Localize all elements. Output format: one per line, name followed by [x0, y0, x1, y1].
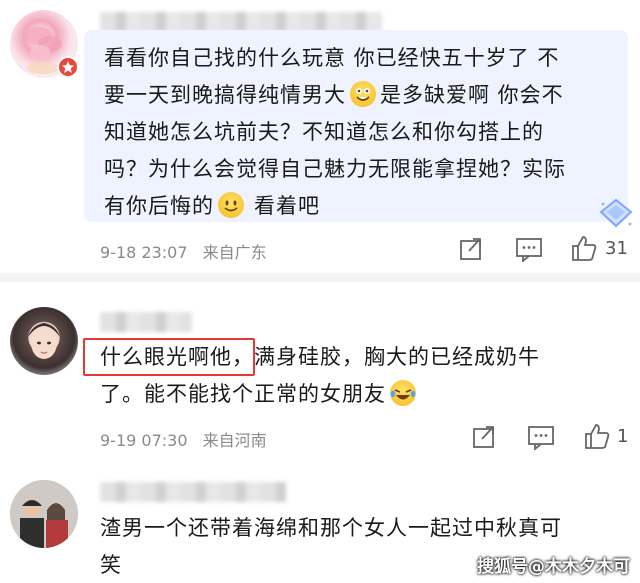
emoji-grin-icon [350, 81, 376, 107]
like-count: 1 [617, 426, 629, 447]
emoji-smile-icon [218, 192, 244, 218]
vip-badge-icon [57, 56, 79, 78]
comment-text: 看看你自己找的什么玩意 你已经快五十岁了 不 要一天到晚搞得纯情男大 是多缺爱啊 … [104, 40, 624, 225]
avatar[interactable] [10, 480, 78, 548]
avatar[interactable] [10, 307, 78, 375]
share-icon[interactable] [471, 424, 497, 454]
comment-2: 什么眼光啊他，满身硅胶，胸大的已经成奶牛 了。能不能找个正常的女朋友 9-19 … [0, 282, 640, 472]
like-icon[interactable] [583, 422, 611, 454]
comment-icon[interactable] [527, 424, 555, 454]
share-icon[interactable] [458, 236, 484, 266]
comment-line-1: 看看你自己找的什么玩意 你已经快五十岁了 不 [104, 46, 560, 70]
comment-line-5: 有你后悔的 看着吧 [104, 192, 320, 218]
red-highlight-box [83, 338, 255, 376]
timestamp: 9-18 23:07 [100, 243, 188, 262]
username-blurred[interactable] [100, 312, 192, 332]
location: 来自河南 [202, 431, 267, 450]
comment-1: 看看你自己找的什么玩意 你已经快五十岁了 不 要一天到晚搞得纯情男大 是多缺爱啊 … [0, 0, 640, 270]
comment-meta: 9-18 23:07 来自广东 [100, 239, 267, 263]
watermark: 搜狐号@木木夕木可 [477, 557, 630, 577]
timestamp: 9-19 07:30 [100, 431, 188, 450]
comment-line-4: 吗？为什么会觉得自己魅力无限能拿捏她？实际 [104, 157, 566, 181]
username-blurred[interactable] [100, 482, 286, 502]
comment-icon[interactable] [515, 236, 543, 266]
girl-avatar-icon [28, 323, 60, 359]
divider [0, 273, 640, 282]
group-photo-avatar-icon [10, 480, 78, 548]
diamond-badge-icon [598, 198, 634, 234]
like-icon[interactable] [570, 234, 598, 266]
emoji-laugh-cry-icon [390, 380, 416, 406]
location: 来自广东 [202, 243, 267, 262]
comment-line-3: 知道她怎么坑前夫？不知道怎么和你勾搭上的 [104, 120, 544, 144]
comment-line-2: 要一天到晚搞得纯情男大 是多缺爱啊 你会不 [104, 81, 564, 107]
username-blurred[interactable] [100, 12, 382, 32]
comment-meta: 9-19 07:30 来自河南 [100, 427, 267, 451]
like-count: 31 [605, 238, 628, 259]
comment-line-2: 了。能不能找个正常的女朋友 [100, 376, 620, 413]
comment-line-1: 渣男一个还带着海绵和那个女人一起过中秋真可 [100, 516, 562, 540]
